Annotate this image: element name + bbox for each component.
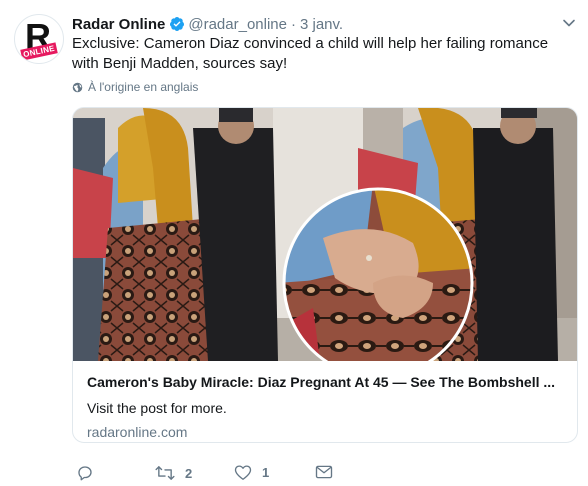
card-title[interactable]: Cameron's Baby Miracle: Diaz Pregnant At… [87, 372, 567, 392]
retweet-count: 2 [185, 465, 193, 481]
avatar[interactable]: R ONLINE [14, 14, 64, 64]
tweet-text: Exclusive: Cameron Diaz convinced a chil… [72, 35, 549, 72]
like-icon [234, 465, 252, 480]
card-text: Cameron's Baby Miracle: Diaz Pregnant At… [87, 372, 567, 442]
separator-dot: · [290, 15, 296, 33]
user-handle[interactable]: @radar_online [188, 16, 287, 33]
chevron-down-icon[interactable] [562, 16, 576, 30]
translate-label: À l'origine en anglais [88, 80, 199, 94]
card-description: Visit the post for more. [87, 400, 227, 416]
retweet-icon [155, 466, 175, 480]
tweet: R ONLINE Radar Online @radar_online · 3 … [0, 0, 588, 486]
card-photo [73, 108, 577, 361]
message-icon [315, 465, 333, 479]
retweet-button[interactable]: 2 [155, 464, 192, 482]
verified-badge-icon [170, 17, 185, 31]
card-domain: radaronline.com [87, 424, 188, 440]
globe-icon [72, 82, 83, 92]
link-card[interactable]: Cameron's Baby Miracle: Diaz Pregnant At… [72, 107, 578, 443]
message-button[interactable] [315, 464, 333, 480]
tweet-actions: 2 1 [72, 464, 372, 486]
translate-indicator[interactable]: À l'origine en anglais [72, 80, 198, 94]
like-count: 1 [262, 465, 270, 480]
like-button[interactable]: 1 [234, 464, 269, 481]
tweet-date[interactable]: 3 janv. [300, 16, 343, 33]
tweet-header: Radar Online @radar_online · 3 janv. [72, 14, 343, 34]
reply-icon [78, 466, 92, 481]
reply-button[interactable] [76, 464, 104, 482]
card-image[interactable] [73, 108, 577, 361]
display-name[interactable]: Radar Online [72, 16, 165, 33]
